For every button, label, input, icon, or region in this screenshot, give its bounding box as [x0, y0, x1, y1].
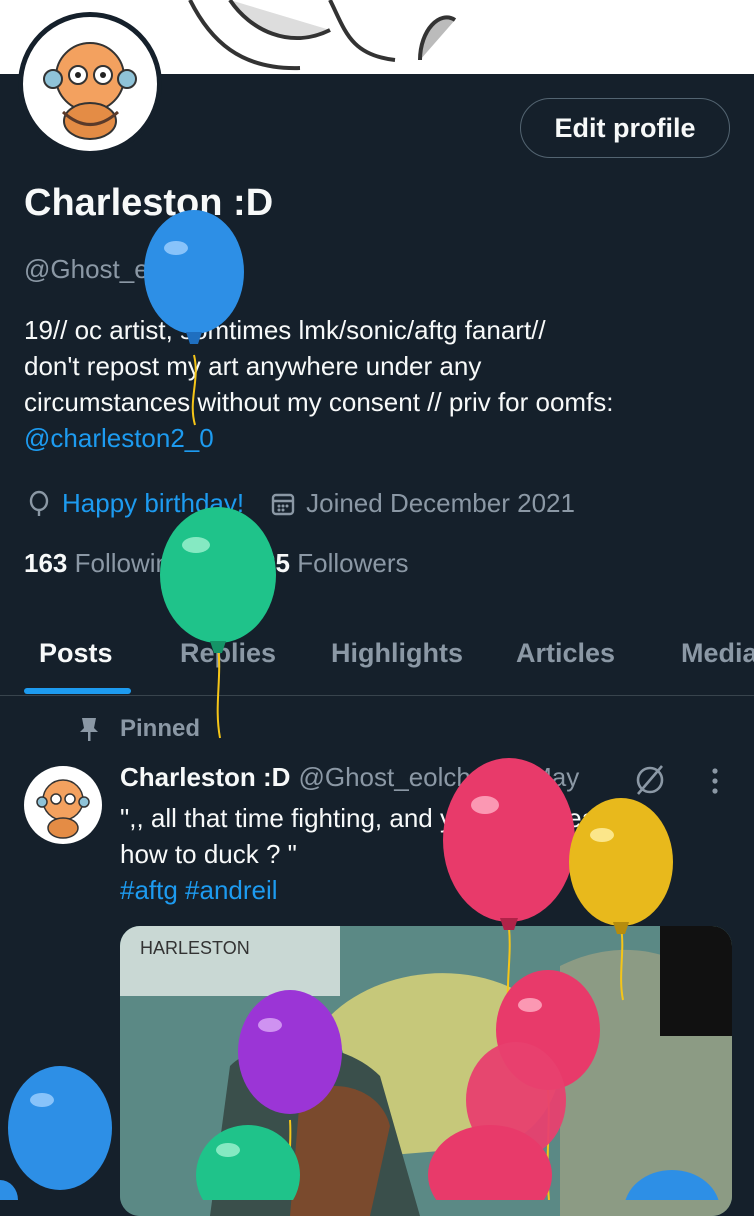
pinned-indicator: Pinned [74, 714, 200, 744]
following-link[interactable]: 163 Following [24, 548, 184, 578]
balloon-blue-2 [0, 1066, 112, 1200]
profile-handle: @Ghost_eolch [24, 254, 197, 284]
tab-highlights[interactable]: Highlights [331, 638, 463, 669]
followers-count: 6,135 [224, 548, 290, 578]
avatar-drawing [43, 42, 137, 140]
media-caption: HARLESTON [140, 938, 250, 958]
joined-date: Joined December 2021 [306, 488, 575, 518]
post-text: ",, all that time fighting, and you neve… [120, 800, 730, 908]
profile-bio: 19// oc artist, somtimes lmk/sonic/aftg … [24, 312, 734, 456]
post-artwork: HARLESTON [120, 926, 732, 1216]
tab-replies[interactable]: Replies [180, 638, 276, 669]
tab-posts[interactable]: Posts [39, 638, 113, 669]
active-tab-indicator [24, 688, 131, 694]
pin-icon [74, 714, 104, 744]
followers-link[interactable]: 6,135 Followers [225, 548, 409, 578]
edit-profile-button[interactable]: Edit profile [520, 98, 730, 158]
post-avatar[interactable] [24, 766, 102, 844]
tab-articles[interactable]: Articles [516, 638, 615, 669]
post-author-name[interactable]: Charleston :D [120, 762, 290, 793]
birthday-link[interactable]: Happy birthday! [62, 488, 244, 519]
post-avatar-drawing [36, 779, 90, 839]
bio-line: circumstances without my consent // priv… [24, 387, 614, 417]
grok-icon[interactable] [632, 762, 668, 798]
post-text-line: ",, all that time fighting, and you neve… [120, 803, 649, 833]
profile-meta: Happy birthday! Joined December 2021 [24, 488, 575, 519]
post-handle-time[interactable]: @Ghost_eolch · 22 May [298, 762, 579, 793]
post-hashtags[interactable]: #aftg #andreil [120, 872, 730, 908]
bio-line: don't repost my art anywhere under any [24, 351, 482, 381]
profile-name: Charleston :D [24, 182, 274, 224]
profile-tabs: Posts Replies Highlights Articles Media [0, 620, 754, 696]
profile-avatar[interactable] [18, 12, 162, 156]
bio-line: 19// oc artist, somtimes lmk/sonic/aftg … [24, 315, 546, 345]
bio-mention-link[interactable]: @charleston2_0 [24, 420, 734, 456]
post-text-line: how to duck ? " [120, 839, 297, 869]
following-label: Following [74, 548, 185, 578]
more-icon[interactable] [700, 764, 730, 798]
followers-label: Followers [297, 548, 409, 578]
profile-stats: 163 Following 6,135 Followers [24, 548, 408, 579]
post-header: Charleston :D @Ghost_eolch · 22 May [120, 762, 579, 793]
following-count: 163 [24, 548, 68, 578]
balloon-icon [24, 489, 54, 519]
pinned-label: Pinned [120, 715, 201, 742]
post-media-image[interactable]: HARLESTON [120, 926, 732, 1216]
tab-media[interactable]: Media [681, 638, 754, 669]
calendar-icon [268, 489, 298, 519]
